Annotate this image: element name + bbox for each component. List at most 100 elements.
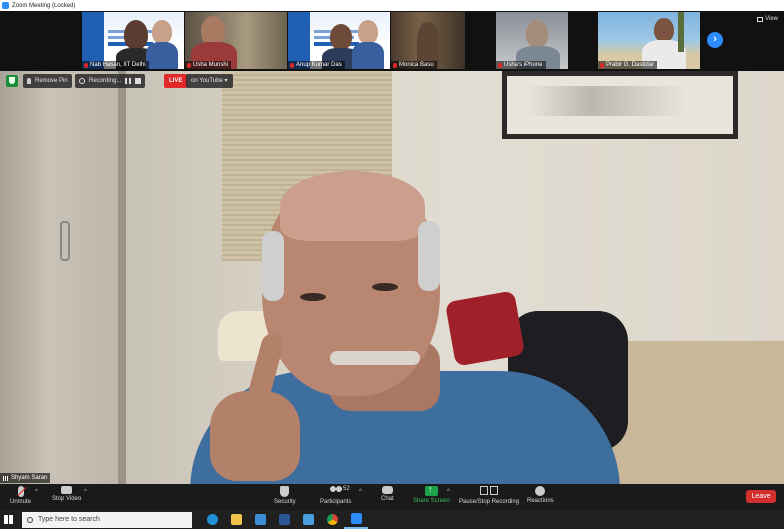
file-explorer-icon[interactable] [224, 510, 248, 529]
participants-label: Participants [320, 499, 352, 505]
speaker-eye-right [372, 283, 398, 291]
muted-mic-icon [187, 62, 191, 68]
window-title: Zoom Meeting (Locked) [12, 2, 76, 9]
speaker-name-text: Shyam Saran [11, 475, 48, 481]
stop-recording-icon[interactable] [135, 78, 142, 84]
speaker-scalp [280, 171, 425, 241]
participant-tile[interactable]: Usha Munshi [185, 12, 287, 69]
palm-tree [678, 12, 684, 52]
search-icon [27, 516, 33, 523]
participants-icon [328, 486, 343, 497]
participant-head [358, 20, 378, 44]
speaker-hand [210, 391, 300, 481]
pause-recording-icon[interactable] [125, 78, 132, 84]
participant-tile[interactable]: Nab Hasan, IIT Delhi [82, 12, 184, 69]
grid-view-icon [757, 16, 764, 22]
video-camera-icon [61, 486, 73, 494]
stop-video-button[interactable]: Stop Video [52, 486, 81, 502]
participant-tile[interactable]: Usha's iPhone [496, 12, 568, 69]
participant-head [654, 18, 674, 42]
reactions-button[interactable]: Reactions [527, 486, 554, 504]
zoom-icon[interactable] [344, 510, 368, 529]
security-label: Security [274, 499, 296, 505]
muted-mic-icon [17, 486, 24, 497]
unmute-button[interactable]: Unmute [10, 486, 31, 505]
share-screen-button[interactable]: Share Screen [413, 484, 450, 504]
livestream-dropdown[interactable]: on YouTube ▾ [186, 74, 233, 88]
view-label: View [765, 16, 778, 22]
participant-head [124, 20, 148, 50]
zoom-window: Zoom Meeting (Locked) Nab Hasan, IIT Del… [0, 0, 784, 529]
participant-name-text: Usha's iPhone [504, 62, 543, 68]
unmute-label: Unmute [10, 499, 32, 505]
chrome-icon[interactable] [320, 510, 344, 529]
start-button[interactable] [0, 510, 16, 529]
speaker-name-tag: Shyam Saran [0, 473, 51, 483]
participant-name-text: Prabir G. Dastidar [606, 62, 655, 68]
wardrobe-door [0, 71, 120, 484]
wall-picture-frame [502, 71, 738, 139]
share-options-chevron-icon[interactable]: ^ [447, 489, 450, 495]
gallery-strip: Nab Hasan, IIT Delhi Usha Munshi Anup Ku… [0, 11, 784, 71]
pause-stop-recording-icon [480, 486, 499, 497]
active-speaker-video [0, 71, 784, 484]
pause-stop-recording-button[interactable]: Pause/Stop Recording [459, 486, 519, 505]
participant-name: Prabir G. Dastidar [598, 61, 658, 69]
edge-icon[interactable] [200, 510, 224, 529]
photos-icon[interactable] [296, 510, 320, 529]
participant-name-text: Nab Hasan, IIT Delhi [90, 62, 146, 68]
door-handle [60, 221, 70, 261]
view-button[interactable]: View [757, 16, 778, 22]
participants-count: 52 [343, 486, 350, 492]
share-screen-icon [424, 484, 438, 496]
participants-options-chevron-icon[interactable]: ^ [359, 489, 362, 495]
participant-name: Monica Basu [391, 61, 437, 69]
participant-name-text: Anup Kumar Das [296, 62, 342, 68]
muted-mic-icon [600, 62, 604, 68]
speaker-hair-right [418, 221, 440, 291]
participant-tile[interactable]: Prabir G. Dastidar [598, 12, 700, 69]
leave-button[interactable]: Leave [746, 490, 776, 503]
zoom-app-icon [2, 2, 9, 9]
pause-stop-recording-label: Pause/Stop Recording [459, 499, 520, 505]
security-shield-icon [280, 486, 290, 497]
video-options-chevron-icon[interactable]: ^ [84, 489, 87, 495]
participant-tile[interactable]: Monica Basu [391, 12, 465, 69]
participant-tile[interactable]: Anup Kumar Das [288, 12, 390, 69]
remove-pin-button[interactable]: Remove Pin [23, 74, 72, 88]
participant-head [526, 20, 548, 48]
meeting-toolbar: Unmute ^ Stop Video ^ Security Participa… [0, 484, 784, 510]
participant-name: Usha's iPhone [496, 61, 546, 69]
mail-icon[interactable] [248, 510, 272, 529]
recording-indicator: Recording... [75, 74, 146, 88]
frame-artwork [527, 86, 687, 116]
muted-mic-icon [84, 62, 88, 68]
next-page-button[interactable]: › [707, 32, 723, 48]
windows-taskbar: Type here to search [0, 510, 784, 529]
windows-logo-icon [3, 515, 13, 524]
taskbar-search-box[interactable]: Type here to search [22, 511, 192, 528]
audio-options-chevron-icon[interactable]: ^ [35, 489, 38, 495]
signal-strength-icon [3, 475, 9, 481]
security-button[interactable]: Security [274, 486, 296, 505]
recording-label: Recording... [89, 78, 122, 84]
speaker-eye-left [300, 293, 326, 301]
word-icon[interactable] [272, 510, 296, 529]
reactions-smiley-icon [535, 486, 546, 496]
encryption-shield-icon[interactable] [6, 75, 18, 87]
recording-icon [79, 78, 85, 84]
participant-head [330, 24, 352, 50]
red-cushion [444, 290, 526, 367]
muted-mic-icon [393, 62, 397, 68]
share-screen-label: Share Screen [413, 498, 450, 504]
participant-name: Nab Hasan, IIT Delhi [82, 61, 149, 69]
remove-pin-label: Remove Pin [35, 78, 68, 84]
participant-name-text: Usha Munshi [193, 62, 229, 68]
participant-head [152, 20, 172, 44]
participant-name: Anup Kumar Das [288, 61, 345, 69]
participant-name-text: Monica Basu [399, 62, 434, 68]
muted-mic-icon [498, 62, 502, 68]
muted-mic-icon [290, 62, 294, 68]
stop-icon [490, 486, 499, 495]
chat-button[interactable]: Chat [381, 486, 394, 502]
